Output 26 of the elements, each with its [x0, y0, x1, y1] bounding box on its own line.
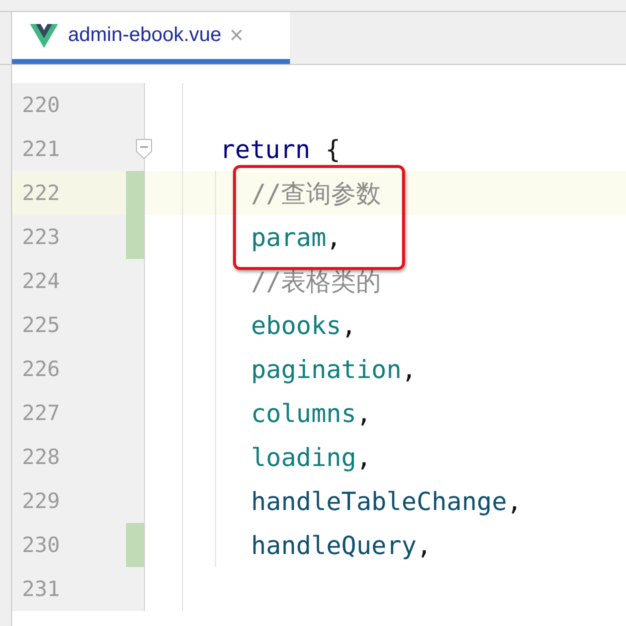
line-number: 225 [22, 313, 60, 337]
line-number: 220 [22, 93, 60, 117]
code-line: pagination, [251, 354, 417, 384]
code-line: columns, [251, 398, 372, 428]
code-line: return { [220, 134, 340, 164]
line-number: 221 [22, 137, 60, 161]
file-tab[interactable]: admin-ebook.vue × [12, 12, 290, 64]
code-line: //查询参数 [251, 178, 382, 210]
code-line: handleTableChange, [251, 486, 522, 516]
fold-marker-icon[interactable] [136, 139, 152, 159]
line-number: 226 [22, 357, 60, 381]
line-number: 230 [22, 533, 60, 557]
line-number: 222 [22, 181, 60, 205]
code-line: loading, [251, 442, 372, 472]
code-line: param, [251, 222, 342, 252]
line-number: 227 [22, 401, 60, 425]
line-number: 224 [22, 269, 60, 293]
v-logo-icon [30, 24, 58, 48]
line-number: 228 [22, 445, 60, 469]
code-line: handleQuery, [251, 530, 432, 560]
line-number: 229 [22, 489, 60, 513]
code-line: ebooks, [251, 310, 356, 340]
code-line: //表格类的 [251, 266, 382, 298]
line-number: 223 [22, 225, 60, 249]
tab-label: admin-ebook.vue [68, 24, 222, 47]
line-number: 231 [22, 577, 60, 601]
